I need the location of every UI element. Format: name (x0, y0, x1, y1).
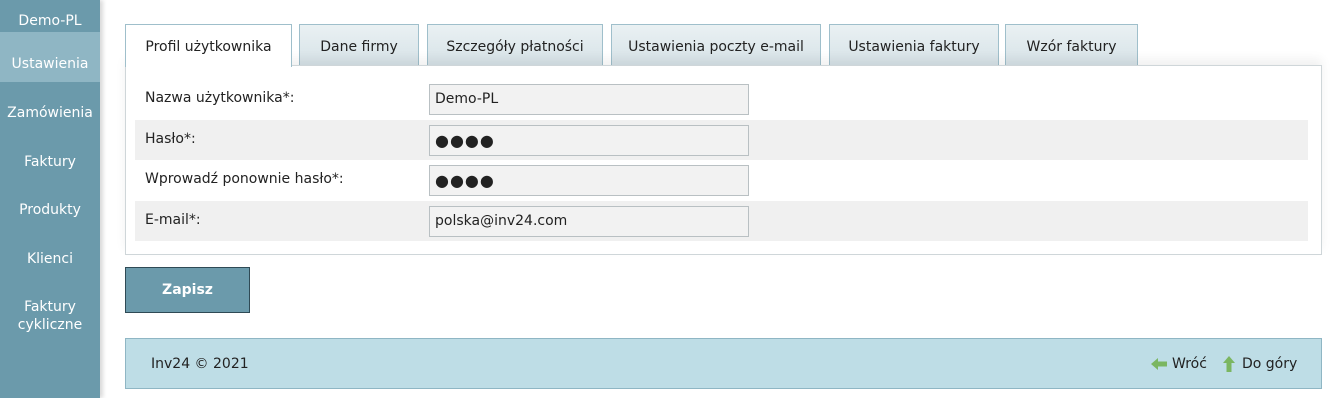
sidebar-item-faktury[interactable]: Faktury (0, 153, 100, 171)
email-label: E-mail*: (145, 212, 201, 228)
sidebar-item-ustawienia[interactable]: Ustawienia (0, 32, 100, 82)
tab-profil-uzytkownika[interactable]: Profil użytkownika (125, 24, 292, 67)
sidebar-item-faktury-cykliczne[interactable]: Faktury cykliczne (15, 298, 85, 334)
arrow-left-icon[interactable] (1150, 355, 1168, 373)
tab-ustawienia-poczty[interactable]: Ustawienia poczty e-mail (611, 24, 821, 66)
password-input[interactable]: ●●●● (429, 125, 749, 156)
arrow-up-icon[interactable] (1220, 355, 1238, 373)
sidebar: Demo-PL Ustawienia Zamówienia Faktury Pr… (0, 0, 100, 398)
tab-wzor-faktury[interactable]: Wzór faktury (1005, 24, 1138, 66)
copyright-text: Inv24 © 2021 (151, 356, 249, 372)
password-confirm-label: Wprowadź ponownie hasło*: (145, 171, 344, 187)
sidebar-item-zamowienia[interactable]: Zamówienia (0, 104, 100, 122)
scroll-top-link[interactable]: Do góry (1242, 356, 1297, 372)
sidebar-item-produkty[interactable]: Produkty (0, 201, 100, 219)
username-label: Nazwa użytkownika*: (145, 90, 295, 106)
tab-szczegoly-platnosci[interactable]: Szczegóły płatności (427, 24, 603, 66)
footer: Inv24 © 2021 Wróć Do góry (125, 338, 1322, 389)
form-row-password-confirm: Wprowadź ponownie hasło*: ●●●● (135, 160, 1308, 200)
form-row-password: Hasło*: ●●●● (135, 120, 1308, 160)
form-row-email: E-mail*: polska@inv24.com (135, 201, 1308, 241)
sidebar-item-klienci[interactable]: Klienci (0, 250, 100, 268)
sidebar-user-name: Demo-PL (18, 13, 82, 29)
tab-dane-firmy[interactable]: Dane firmy (299, 24, 419, 66)
password-confirm-input[interactable]: ●●●● (429, 165, 749, 196)
form-row-username: Nazwa użytkownika*: Demo-PL (135, 79, 1308, 119)
save-button[interactable]: Zapisz (125, 267, 250, 313)
email-input[interactable]: polska@inv24.com (429, 206, 749, 237)
tab-ustawienia-faktury[interactable]: Ustawienia faktury (829, 24, 999, 66)
password-label: Hasło*: (145, 131, 196, 147)
user-profile-panel: Nazwa użytkownika*: Demo-PL Hasło*: ●●●●… (125, 65, 1322, 255)
username-input[interactable]: Demo-PL (429, 84, 749, 115)
back-link[interactable]: Wróć (1172, 356, 1207, 372)
